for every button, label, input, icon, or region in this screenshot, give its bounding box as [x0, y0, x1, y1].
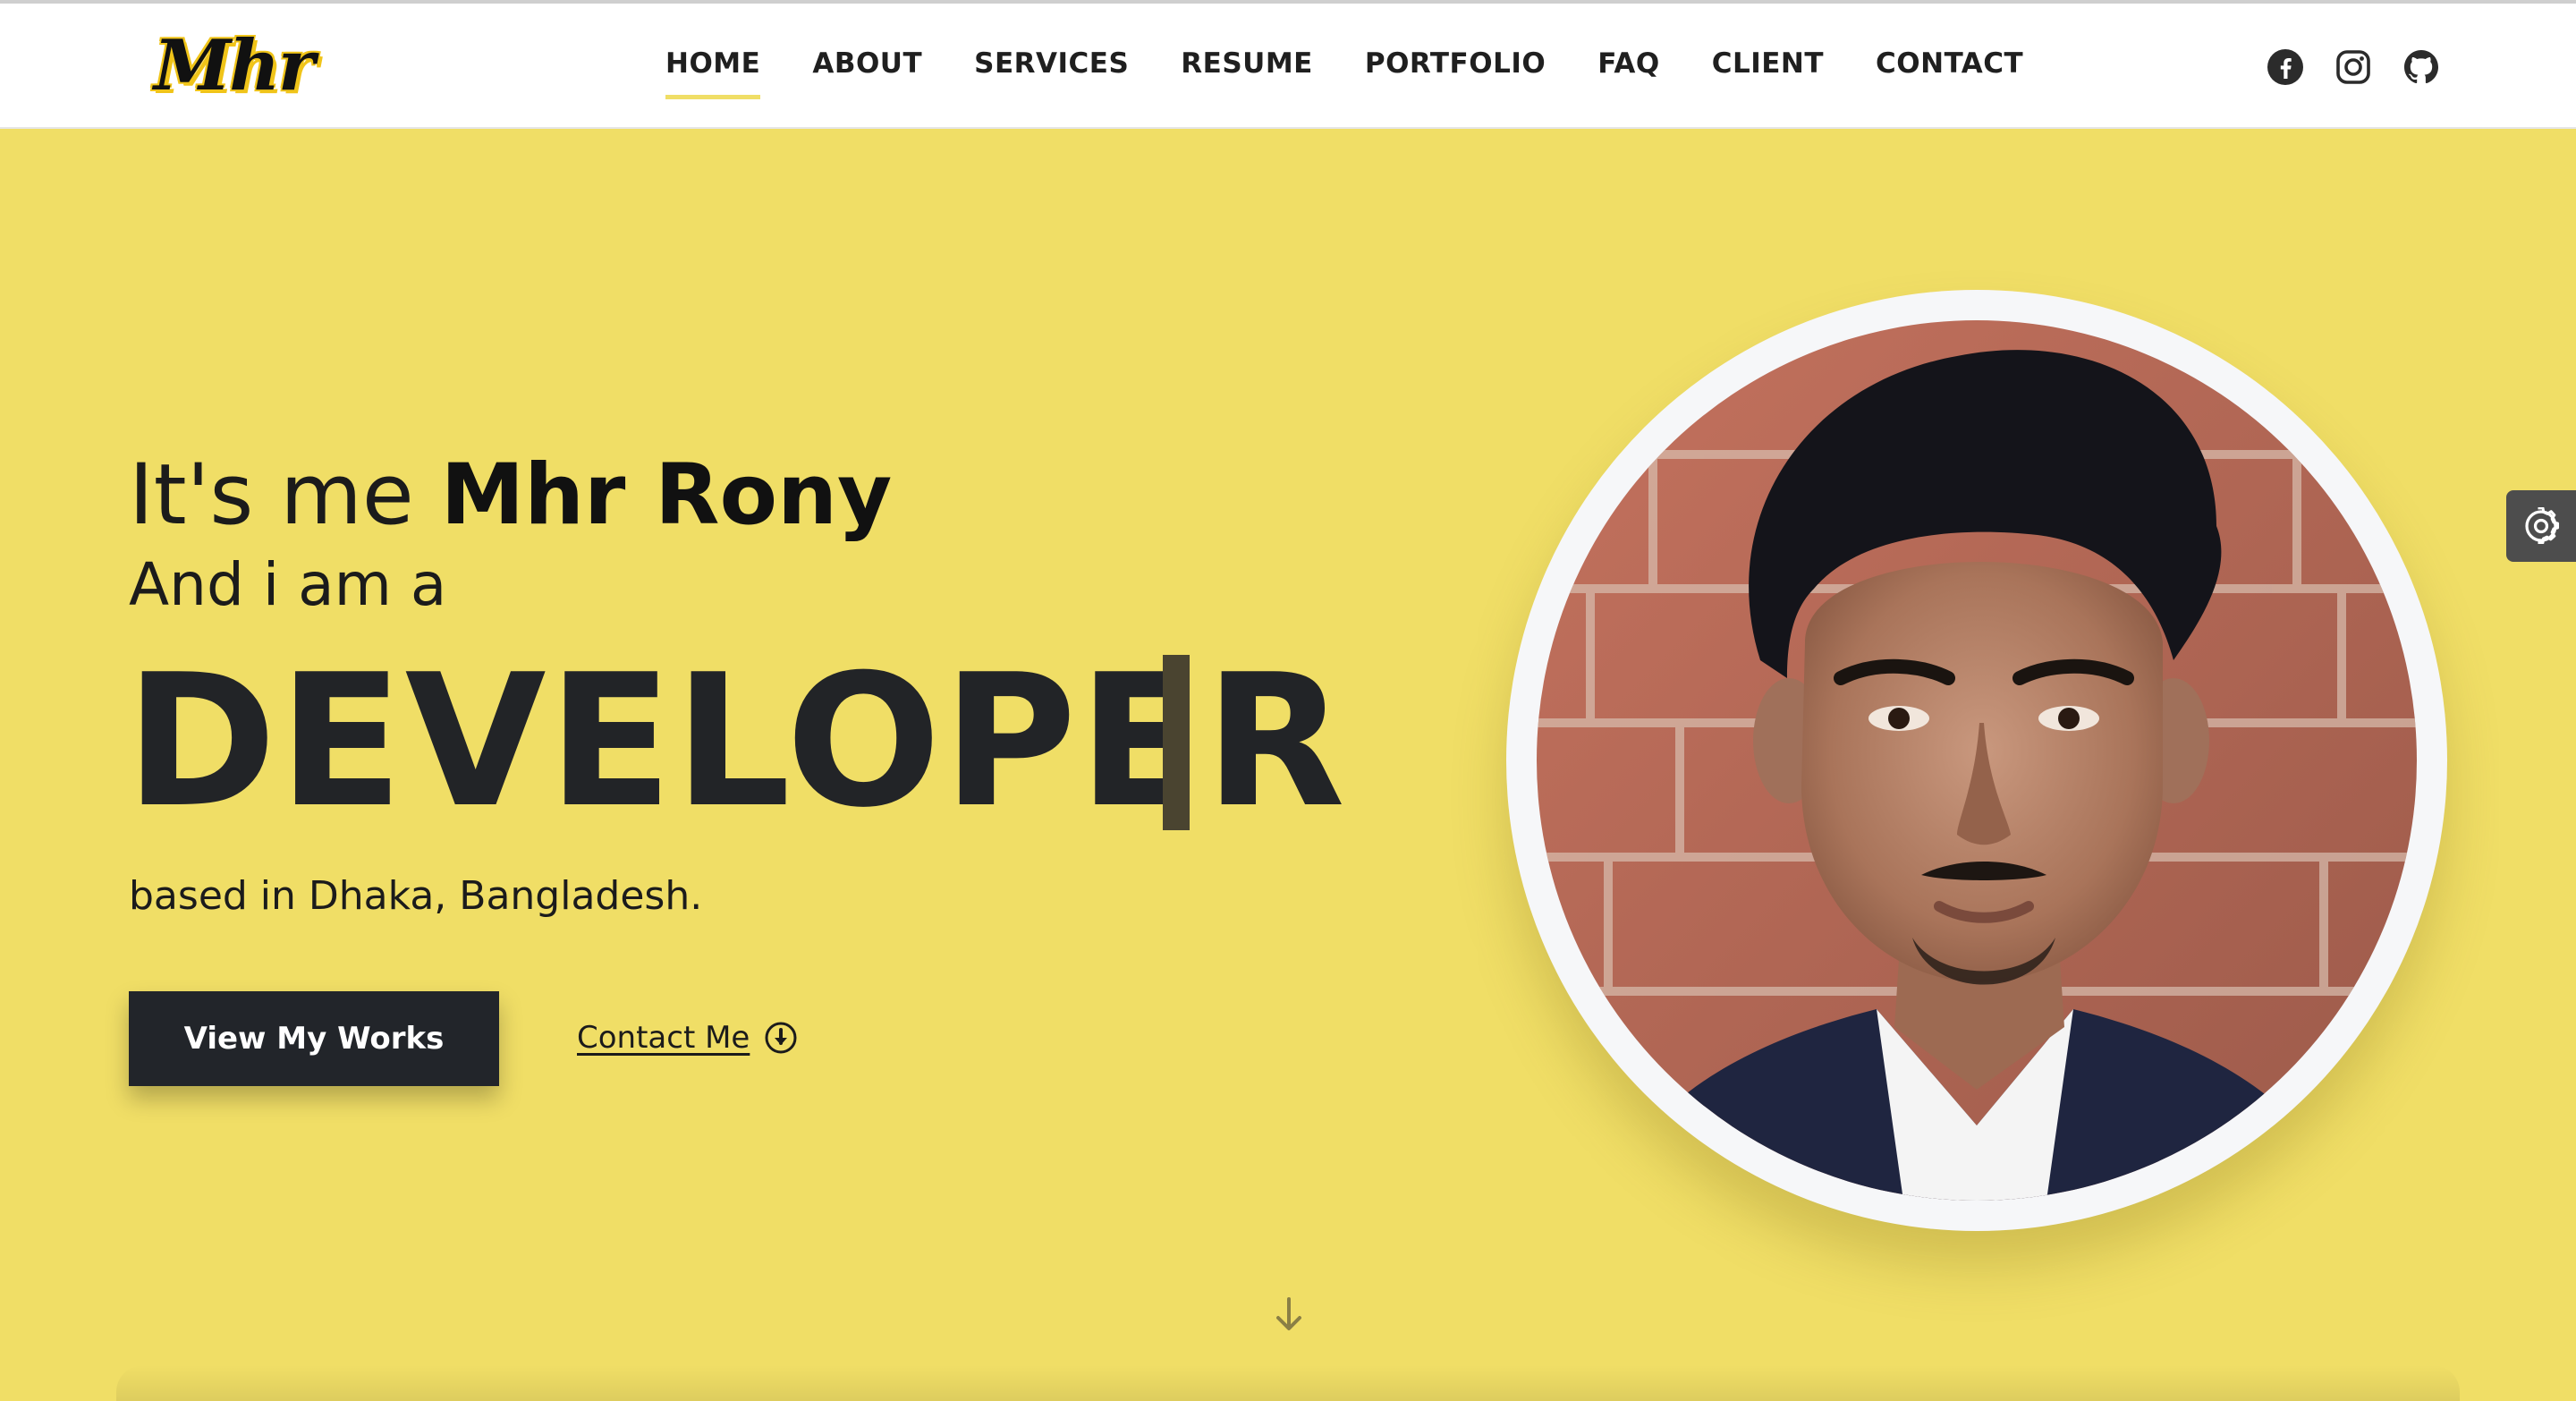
- facebook-icon[interactable]: [2267, 48, 2304, 86]
- instagram-icon[interactable]: [2334, 48, 2372, 86]
- hero-subline: And i am a: [129, 550, 447, 619]
- github-icon[interactable]: [2402, 48, 2440, 86]
- nav-item-about[interactable]: ABOUT: [812, 47, 922, 100]
- nav-item-client[interactable]: CLIENT: [1712, 47, 1824, 100]
- gear-icon: [2525, 507, 2560, 545]
- profile-photo-illustration: [1537, 320, 2417, 1201]
- contact-me-label: Contact Me: [577, 1020, 750, 1056]
- site-header: Mhr HOME ABOUT SERVICES RESUME PORTFOLIO…: [0, 4, 2576, 129]
- nav-item-faq[interactable]: FAQ: [1597, 47, 1659, 100]
- nav-item-services[interactable]: SERVICES: [974, 47, 1129, 100]
- next-section-edge: [116, 1365, 2460, 1401]
- hero-intro: It's me Mhr Rony: [129, 442, 892, 549]
- arrow-down-circle-icon: [765, 1022, 797, 1054]
- site-logo[interactable]: Mhr: [154, 23, 315, 109]
- settings-toggle-button[interactable]: [2506, 490, 2576, 562]
- profile-photo-frame: [1506, 290, 2447, 1231]
- contact-me-link[interactable]: Contact Me: [577, 1020, 798, 1056]
- scroll-down-icon[interactable]: [1274, 1295, 1304, 1333]
- hero-location: based in Dhaka, Bangladesh.: [129, 873, 703, 919]
- hero-intro-prefix: It's me: [129, 446, 441, 544]
- typing-cursor: [1163, 655, 1190, 830]
- nav-item-resume[interactable]: RESUME: [1181, 47, 1313, 100]
- nav-item-home[interactable]: HOME: [665, 47, 761, 100]
- view-my-works-button[interactable]: View My Works: [129, 991, 499, 1086]
- hero-name: Mhr Rony: [440, 446, 893, 544]
- nav-item-portfolio[interactable]: PORTFOLIO: [1365, 47, 1546, 100]
- profile-photo: [1537, 320, 2417, 1201]
- nav-item-contact[interactable]: CONTACT: [1876, 47, 2023, 100]
- main-nav: HOME ABOUT SERVICES RESUME PORTFOLIO FAQ…: [665, 47, 2075, 100]
- social-links: [2267, 48, 2440, 86]
